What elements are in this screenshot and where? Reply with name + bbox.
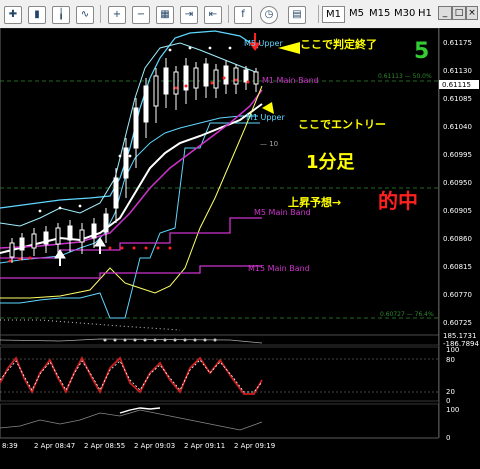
line-chart-icon[interactable]: ∿ bbox=[76, 6, 94, 24]
svg-text:0.61040: 0.61040 bbox=[443, 123, 472, 131]
svg-text:8:39: 8:39 bbox=[2, 442, 18, 450]
svg-text:0.60815: 0.60815 bbox=[443, 263, 472, 271]
timeframe-m5[interactable]: M5 bbox=[346, 6, 367, 21]
label-m1-main-band: M1 Main Band bbox=[262, 76, 319, 85]
label-m1-upper: M1 Upper bbox=[246, 113, 285, 122]
sub3-label-100: 100 bbox=[446, 406, 459, 414]
bar-chart-icon[interactable]: ▮ bbox=[28, 6, 46, 24]
svg-text:2 Apr 09:03: 2 Apr 09:03 bbox=[134, 442, 175, 450]
label-m5-main-band: M5 Main Band bbox=[254, 208, 311, 217]
annotation-judgement: ここで判定終了 bbox=[300, 37, 377, 51]
symbol-label: 5 bbox=[414, 39, 429, 64]
chart-toolbar: ✚ ▮ ╽ ∿ + − ▦ ⇥ ⇤ f ◷ ▤ M1 M5 M15 M30 H1… bbox=[0, 0, 480, 29]
sub2-label-100: 100 bbox=[446, 346, 459, 354]
zoom-in-icon[interactable]: + bbox=[108, 6, 126, 24]
svg-text:2 Apr 08:55: 2 Apr 08:55 bbox=[84, 442, 125, 450]
annotation-result-prefix: 上昇予想→ bbox=[288, 195, 341, 209]
timeframe-m15[interactable]: M15 bbox=[366, 6, 393, 21]
svg-text:2 Apr 09:11: 2 Apr 09:11 bbox=[184, 442, 225, 450]
chart-shift-icon[interactable]: ⇤ bbox=[204, 6, 222, 24]
svg-text:2 Apr 09:19: 2 Apr 09:19 bbox=[234, 442, 275, 450]
minimize-button[interactable]: _ bbox=[438, 6, 452, 20]
level-top-label: 0.61113 — 50.0% bbox=[378, 73, 432, 80]
level-bottom-label: 0.60727 — 76.4% bbox=[380, 311, 434, 318]
sub2-label-20: 20 bbox=[446, 388, 455, 396]
svg-text:0.60905: 0.60905 bbox=[443, 207, 472, 215]
sub2-label-0: 0 bbox=[446, 397, 450, 405]
auto-scroll-icon[interactable]: ⇥ bbox=[180, 6, 198, 24]
maximize-button[interactable]: □ bbox=[452, 6, 466, 20]
level-mid-label: — 10 bbox=[260, 140, 278, 148]
svg-text:0.60995: 0.60995 bbox=[443, 151, 472, 159]
templates-icon[interactable]: ▤ bbox=[288, 6, 306, 24]
zoom-out-icon[interactable]: − bbox=[132, 6, 150, 24]
svg-text:0.60860: 0.60860 bbox=[443, 235, 472, 243]
svg-text:0.61130: 0.61130 bbox=[443, 67, 472, 75]
annotation-result-hit: 的中 bbox=[378, 189, 418, 213]
svg-text:0.60725: 0.60725 bbox=[443, 319, 472, 327]
svg-text:2 Apr 08:47: 2 Apr 08:47 bbox=[34, 442, 75, 450]
indicators-icon[interactable]: f bbox=[234, 6, 252, 24]
close-button[interactable]: × bbox=[466, 6, 478, 20]
svg-text:0.60950: 0.60950 bbox=[443, 179, 472, 187]
timeframe-m1[interactable]: M1 bbox=[322, 6, 345, 23]
timeframe-h1[interactable]: H1 bbox=[415, 6, 435, 21]
price-chart[interactable]: M5 Upper M1 Main Band M1 Upper M5 Main B… bbox=[0, 28, 480, 469]
sub2-label-80: 80 bbox=[446, 356, 455, 364]
sub1-label-high: 185.1731 bbox=[443, 332, 476, 340]
current-price: 0.61115 bbox=[442, 81, 471, 89]
time-axis: 8:39 2 Apr 08:47 2 Apr 08:55 2 Apr 09:03… bbox=[2, 442, 275, 450]
label-m5-upper: M5 Upper bbox=[244, 39, 283, 48]
annotation-timeframe: 1分足 bbox=[306, 152, 355, 173]
svg-text:0.61175: 0.61175 bbox=[443, 39, 472, 47]
svg-text:0.61085: 0.61085 bbox=[443, 95, 472, 103]
tile-windows-icon[interactable]: ▦ bbox=[156, 6, 174, 24]
periodicity-clock-icon[interactable]: ◷ bbox=[260, 6, 278, 24]
annotation-entry: ここでエントリー bbox=[298, 118, 386, 131]
sub3-label-0: 0 bbox=[446, 434, 450, 442]
candlestick-icon[interactable]: ╽ bbox=[52, 6, 70, 24]
crosshair-tool-icon[interactable]: ✚ bbox=[4, 6, 22, 24]
svg-text:0.60770: 0.60770 bbox=[443, 291, 472, 299]
label-m15-main-band: M15 Main Band bbox=[248, 264, 310, 273]
